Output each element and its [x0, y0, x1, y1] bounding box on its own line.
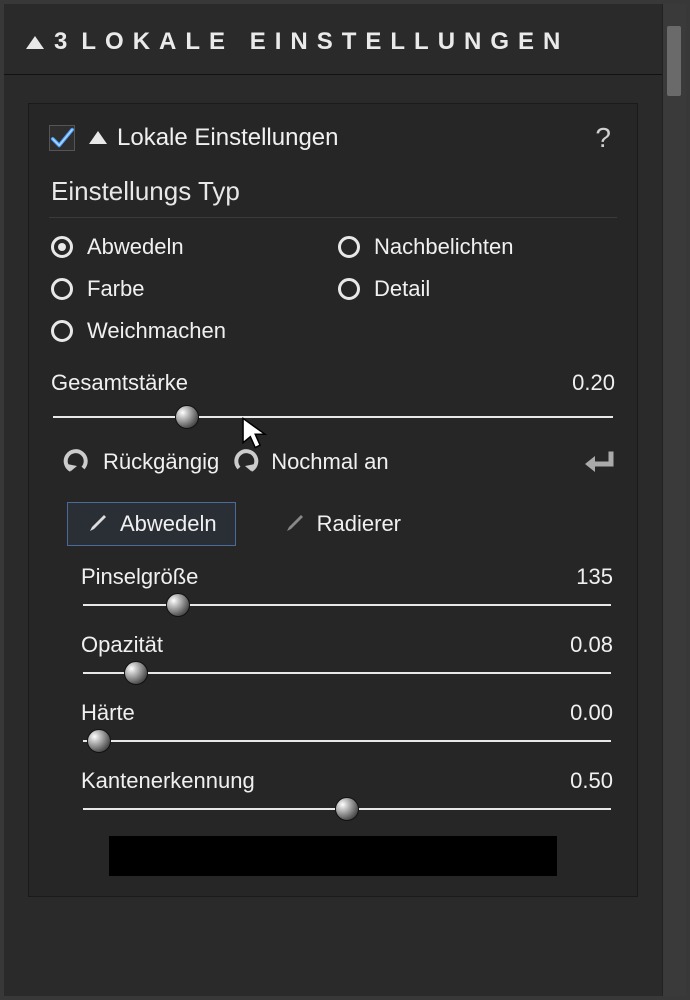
local-settings-panel: Lokale Einstellungen ? Einstellungs Typ … — [28, 103, 638, 897]
enable-checkbox[interactable] — [49, 125, 75, 151]
tool-eraser[interactable]: Radierer — [264, 502, 420, 546]
opacity-slider[interactable]: Opazität 0.08 — [81, 632, 613, 674]
hardness-slider[interactable]: Härte 0.00 — [81, 700, 613, 742]
brush-icon — [283, 513, 305, 535]
settings-type-heading: Einstellungs Typ — [49, 170, 617, 218]
section-number: 3 — [54, 28, 67, 56]
tool-label: Radierer — [317, 511, 401, 537]
help-button[interactable]: ? — [595, 122, 617, 154]
radio-color[interactable]: Farbe — [51, 276, 328, 302]
slider-label: Pinselgröße — [81, 564, 198, 590]
slider-thumb[interactable] — [166, 593, 190, 617]
brush-size-slider[interactable]: Pinselgröße 135 — [81, 564, 613, 606]
slider-thumb[interactable] — [175, 405, 199, 429]
tool-selector: Abwedeln Radierer — [67, 502, 615, 546]
panel-title: Lokale Einstellungen — [117, 124, 339, 152]
slider-thumb[interactable] — [335, 797, 359, 821]
panel-collapse-icon[interactable] — [89, 128, 107, 149]
section-title: LOKALE EINSTELLUNGEN — [81, 28, 569, 56]
slider-thumb[interactable] — [124, 661, 148, 685]
vertical-scrollbar[interactable] — [662, 4, 686, 996]
settings-type-radios: Abwedeln Nachbelichten Farbe Detail Weic… — [51, 234, 615, 344]
collapse-icon — [26, 28, 44, 56]
slider-label: Härte — [81, 700, 135, 726]
brush-icon — [86, 513, 108, 535]
radio-label: Nachbelichten — [374, 234, 513, 260]
tool-label: Abwedeln — [120, 511, 217, 537]
tool-dodge[interactable]: Abwedeln — [67, 502, 236, 546]
radio-label: Weichmachen — [87, 318, 226, 344]
slider-value: 0.00 — [570, 700, 613, 726]
undo-icon[interactable] — [63, 448, 91, 476]
slider-thumb[interactable] — [87, 729, 111, 753]
slider-value: 135 — [576, 564, 613, 590]
edge-detect-slider[interactable]: Kantenerkennung 0.50 — [81, 768, 613, 810]
radio-blur[interactable]: Weichmachen — [51, 318, 328, 344]
radio-label: Abwedeln — [87, 234, 184, 260]
history-actions: Rückgängig Nochmal an — [63, 448, 615, 476]
slider-value: 0.20 — [572, 370, 615, 396]
slider-label: Kantenerkennung — [81, 768, 255, 794]
radio-label: Farbe — [87, 276, 144, 302]
cursor-icon — [239, 416, 269, 450]
radio-label: Detail — [374, 276, 430, 302]
check-icon — [50, 125, 74, 151]
scrollbar-thumb[interactable] — [667, 26, 681, 96]
radio-detail[interactable]: Detail — [338, 276, 615, 302]
slider-label: Opazität — [81, 632, 163, 658]
section-header[interactable]: 3 LOKALE EINSTELLUNGEN — [4, 18, 662, 75]
slider-value: 0.08 — [570, 632, 613, 658]
redo-icon[interactable] — [231, 448, 259, 476]
overall-strength-slider[interactable]: Gesamtstärke 0.20 — [51, 370, 615, 418]
radio-burn[interactable]: Nachbelichten — [338, 234, 615, 260]
redo-label[interactable]: Nochmal an — [271, 449, 388, 475]
preview-area — [109, 836, 557, 876]
radio-dodge[interactable]: Abwedeln — [51, 234, 328, 260]
undo-label[interactable]: Rückgängig — [103, 449, 219, 475]
slider-value: 0.50 — [570, 768, 613, 794]
slider-label: Gesamtstärke — [51, 370, 188, 396]
revert-icon[interactable] — [581, 448, 615, 476]
